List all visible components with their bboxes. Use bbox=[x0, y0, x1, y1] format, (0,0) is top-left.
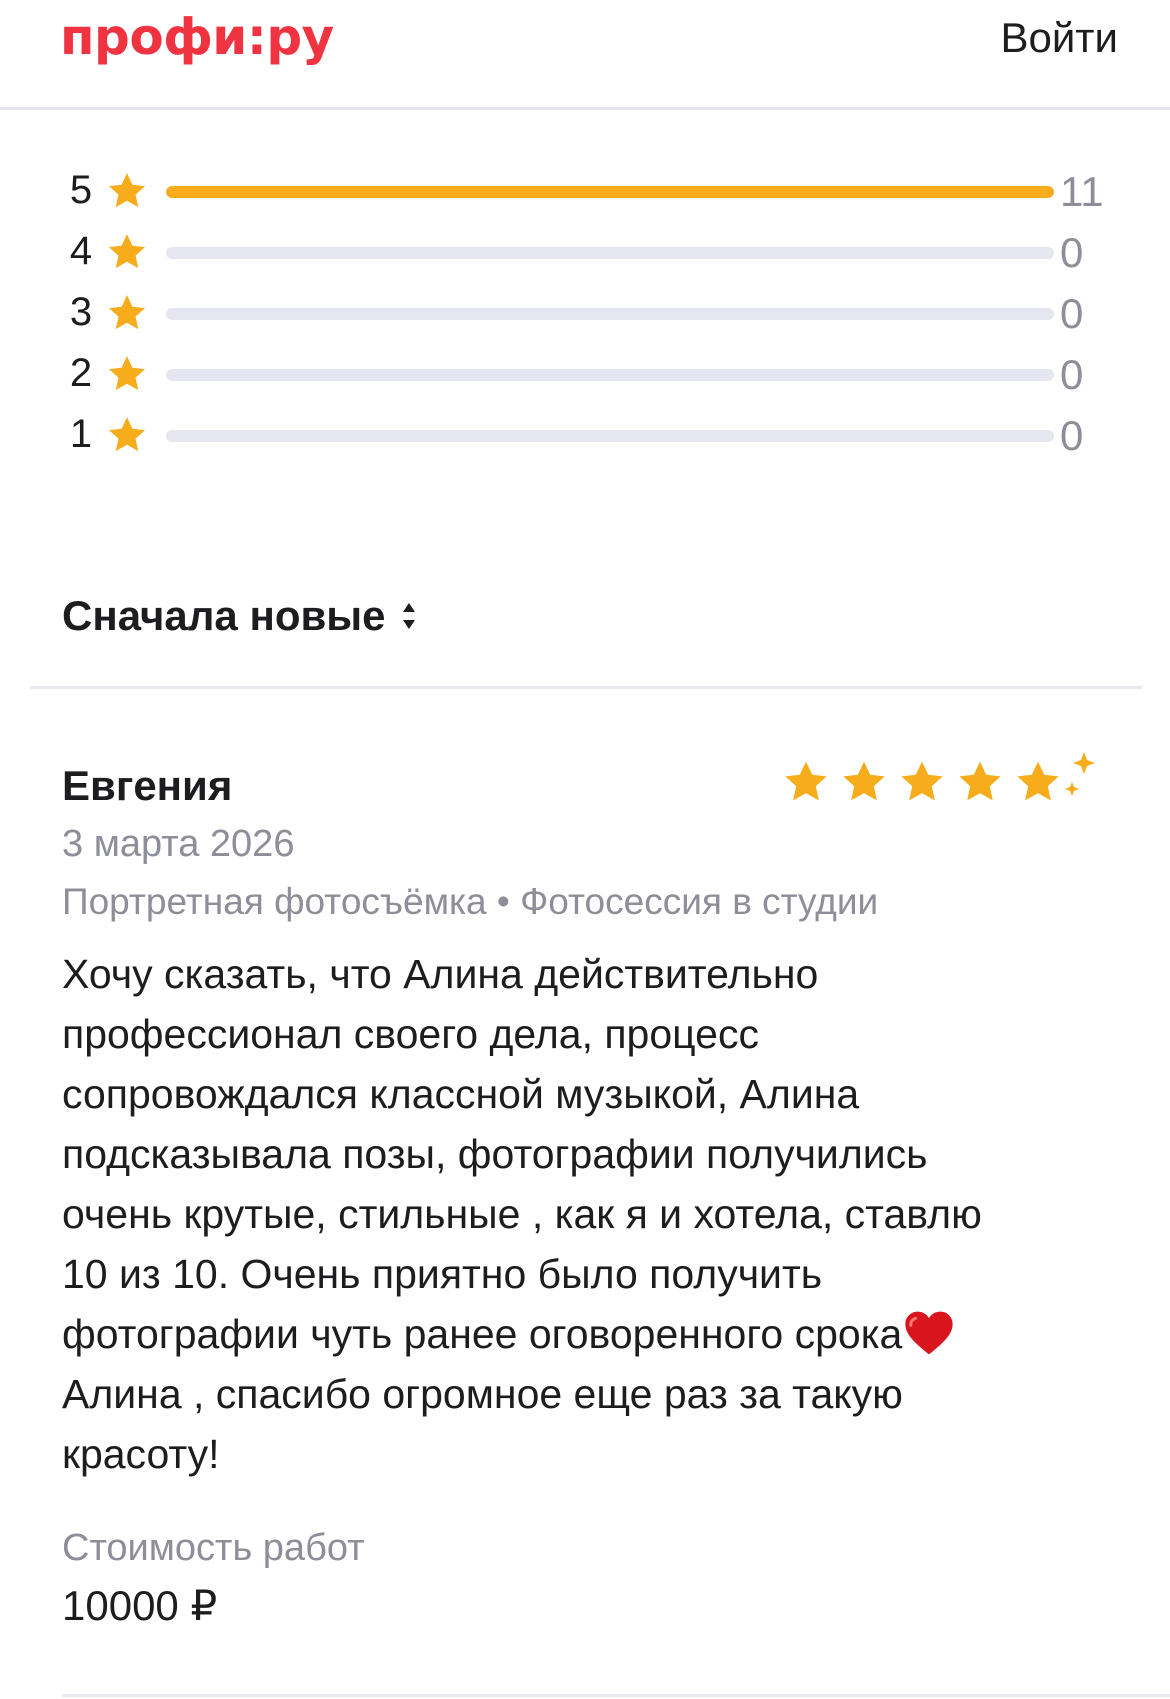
star-icon bbox=[785, 761, 827, 801]
rating-bar bbox=[166, 308, 1054, 320]
cost-label: Стоимость работ bbox=[62, 1527, 365, 1569]
star-icon bbox=[901, 761, 943, 801]
sparkle-icon bbox=[1065, 752, 1095, 796]
sort-dropdown[interactable]: Сначала новые bbox=[62, 588, 418, 644]
review-text: Хочу сказать, что Алина действительно пр… bbox=[62, 944, 1122, 1484]
rating-bar-fill bbox=[166, 186, 1054, 198]
rating-row-2: 2 0 bbox=[0, 343, 1170, 403]
login-button[interactable]: Войти bbox=[1000, 10, 1118, 66]
cost-value: 10000 ₽ bbox=[62, 1582, 218, 1629]
header: профи:ру Войти bbox=[0, 0, 1170, 110]
rating-row-3: 3 0 bbox=[0, 282, 1170, 342]
rating-count: 11 bbox=[1060, 168, 1104, 215]
star-icon bbox=[108, 234, 146, 269]
star-icon bbox=[959, 761, 1001, 801]
star-icon bbox=[843, 761, 885, 801]
star-icon bbox=[108, 295, 146, 330]
rating-bar bbox=[166, 247, 1054, 259]
rating-row-4: 4 0 bbox=[0, 221, 1170, 281]
rating-bar bbox=[166, 186, 1054, 198]
sort-arrows-icon bbox=[402, 603, 415, 629]
rating-number: 3 bbox=[69, 290, 93, 334]
star-icon bbox=[1017, 761, 1059, 801]
star-icon bbox=[108, 356, 146, 391]
review-date: 3 марта 2026 bbox=[62, 823, 295, 865]
rating-count: 0 bbox=[1060, 229, 1084, 276]
sort-label: Сначала новые bbox=[62, 592, 386, 639]
rating-count: 0 bbox=[1060, 351, 1084, 398]
heart-icon bbox=[905, 1311, 953, 1355]
star-icon bbox=[108, 173, 146, 208]
review-text-part: Алина , спасибо огромное еще раз за таку… bbox=[62, 1371, 903, 1477]
review-rating-stars bbox=[785, 752, 1095, 801]
rating-bar bbox=[166, 369, 1054, 381]
logo[interactable]: профи:ру bbox=[60, 2, 334, 72]
rating-number: 4 bbox=[69, 229, 93, 273]
rating-row-5: 5 11 bbox=[0, 160, 1170, 220]
rating-number: 5 bbox=[69, 168, 93, 212]
rating-count: 0 bbox=[1060, 412, 1084, 459]
rating-bar bbox=[166, 430, 1054, 442]
divider bbox=[62, 1694, 1170, 1697]
review-author: Евгения bbox=[62, 762, 233, 809]
rating-number: 1 bbox=[69, 412, 93, 456]
rating-number: 2 bbox=[69, 351, 93, 395]
rating-row-1: 1 0 bbox=[0, 404, 1170, 464]
star-icon bbox=[108, 417, 146, 452]
rating-count: 0 bbox=[1060, 290, 1084, 337]
review-service-tags: Портретная фотосъёмка • Фотосессия в сту… bbox=[62, 881, 879, 922]
review-text-part: Хочу сказать, что Алина действительно пр… bbox=[62, 951, 982, 1357]
divider bbox=[30, 686, 1142, 689]
